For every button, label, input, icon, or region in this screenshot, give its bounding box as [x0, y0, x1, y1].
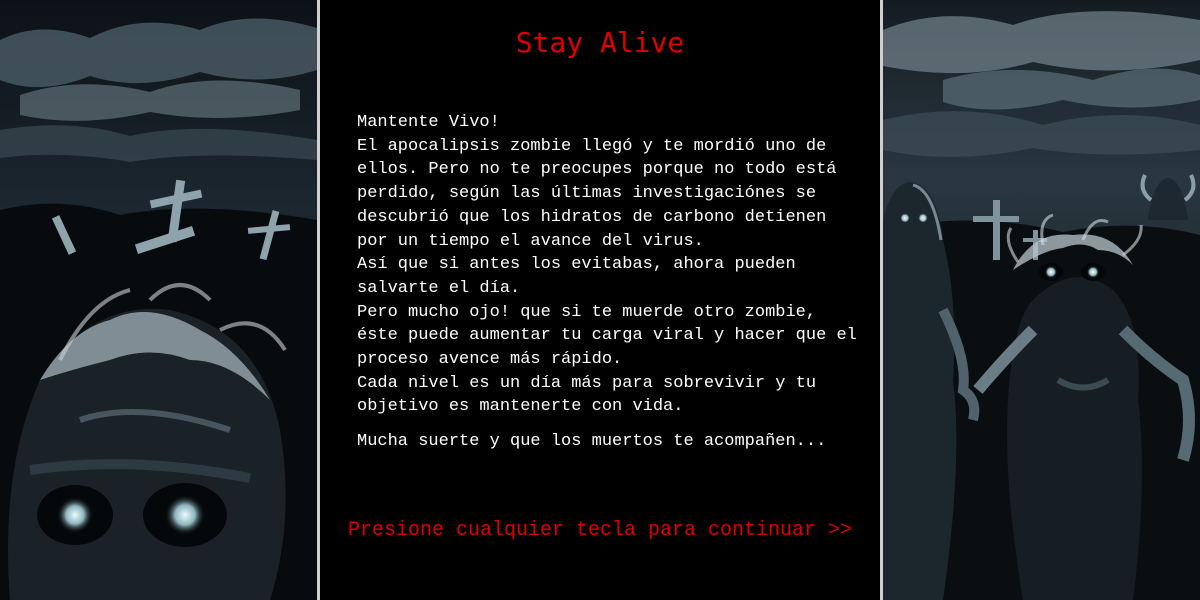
- closing-line: Mucha suerte y que los muertos te acompa…: [357, 432, 827, 451]
- left-graveyard-artwork: [0, 0, 317, 600]
- right-zombies-artwork: [883, 0, 1200, 600]
- story-line: Pero mucho ojo! que si te muerde otro zo…: [357, 302, 817, 322]
- story-line: descubrió que los hidratos de carbono de…: [357, 207, 827, 227]
- story-line: proceso avence más rápido.: [357, 350, 623, 370]
- story-line: ellos. Pero no te preocupes porque no to…: [357, 160, 837, 180]
- story-line: Así que si antes los evitabas, ahora pue…: [357, 255, 796, 275]
- continue-prompt[interactable]: Presione cualquier tecla para continuar …: [320, 519, 880, 542]
- story-line: por un tiempo el avance del virus.: [357, 231, 704, 251]
- story-line: salvarte el día.: [357, 278, 521, 298]
- story-line: objetivo es mantenerte con vida.: [357, 397, 684, 417]
- story-text: Mantente Vivo! El apocalipsis zombie lle…: [357, 111, 857, 419]
- story-line: perdido, según las últimas investigación…: [357, 184, 817, 204]
- game-title: Stay Alive: [515, 26, 685, 59]
- story-line: El apocalipsis zombie llegó y te mordió …: [357, 136, 827, 156]
- story-line: Cada nivel es un día más para sobrevivir…: [357, 373, 817, 393]
- story-panel: Stay Alive Mantente Vivo! El apocalipsis…: [320, 0, 880, 600]
- story-line: éste puede aumentar tu carga viral y hac…: [357, 326, 857, 346]
- story-line: Mantente Vivo!: [357, 113, 500, 132]
